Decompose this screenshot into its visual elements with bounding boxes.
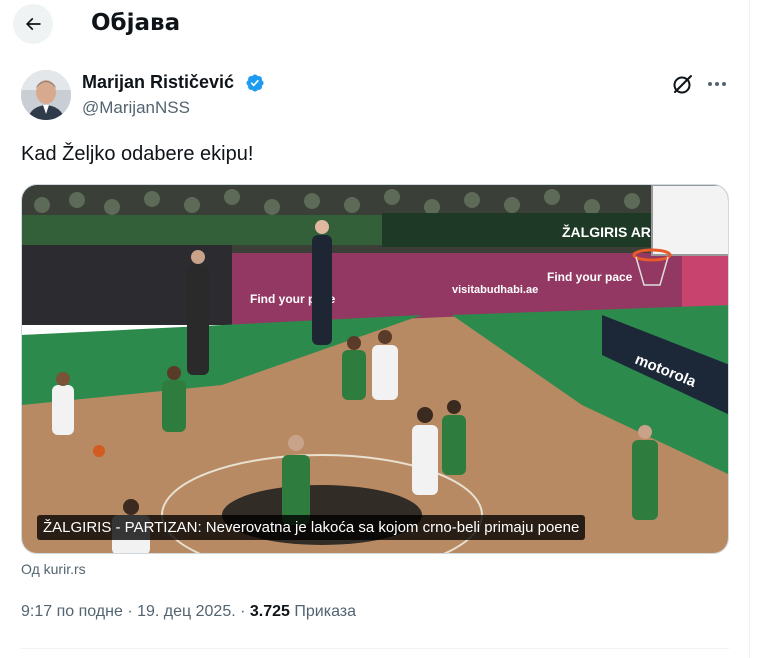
tweet-text: Kad Željko odabere ekipu! (21, 143, 254, 165)
avatar[interactable] (21, 70, 71, 120)
arrow-left-icon (25, 17, 41, 31)
video-thumbnail: ŽALGIRIS ARENA Find your pace visitabudh… (22, 185, 728, 553)
tweet-meta: 9:17 по подне · 19. дец 2025. · 3.725 Пр… (21, 603, 356, 621)
media-card[interactable]: ŽALGIRIS ARENA Find your pace visitabudh… (21, 184, 729, 554)
page-header: Објава (0, 0, 749, 50)
meta-separator: · (122, 603, 138, 620)
ad-center-text: visitabudhabi.ae (452, 284, 538, 296)
meta-separator: · (235, 603, 250, 620)
tweet-date[interactable]: 19. дец 2025. (137, 603, 236, 620)
author-name[interactable]: Marijan Rističević (82, 72, 234, 93)
views-count[interactable]: 3.725 (250, 603, 290, 620)
more-horizontal-icon[interactable] (705, 72, 729, 96)
verified-badge-icon (246, 74, 264, 92)
timeline-border (749, 0, 750, 658)
page-title: Објава (91, 10, 181, 36)
views-label: Приказа (289, 603, 357, 620)
ad-right-text: Find your pace (547, 270, 633, 284)
video-caption: ŽALGIRIS - PARTIZAN: Neverovatna je lako… (37, 515, 586, 540)
tweet-time[interactable]: 9:17 по подне (21, 603, 123, 620)
back-button[interactable] (13, 4, 53, 44)
source-link[interactable]: Од kurir.rs (21, 561, 86, 577)
author-handle[interactable]: @MarijanNSS (82, 98, 190, 118)
divider (21, 648, 729, 649)
grok-icon[interactable] (671, 72, 695, 96)
